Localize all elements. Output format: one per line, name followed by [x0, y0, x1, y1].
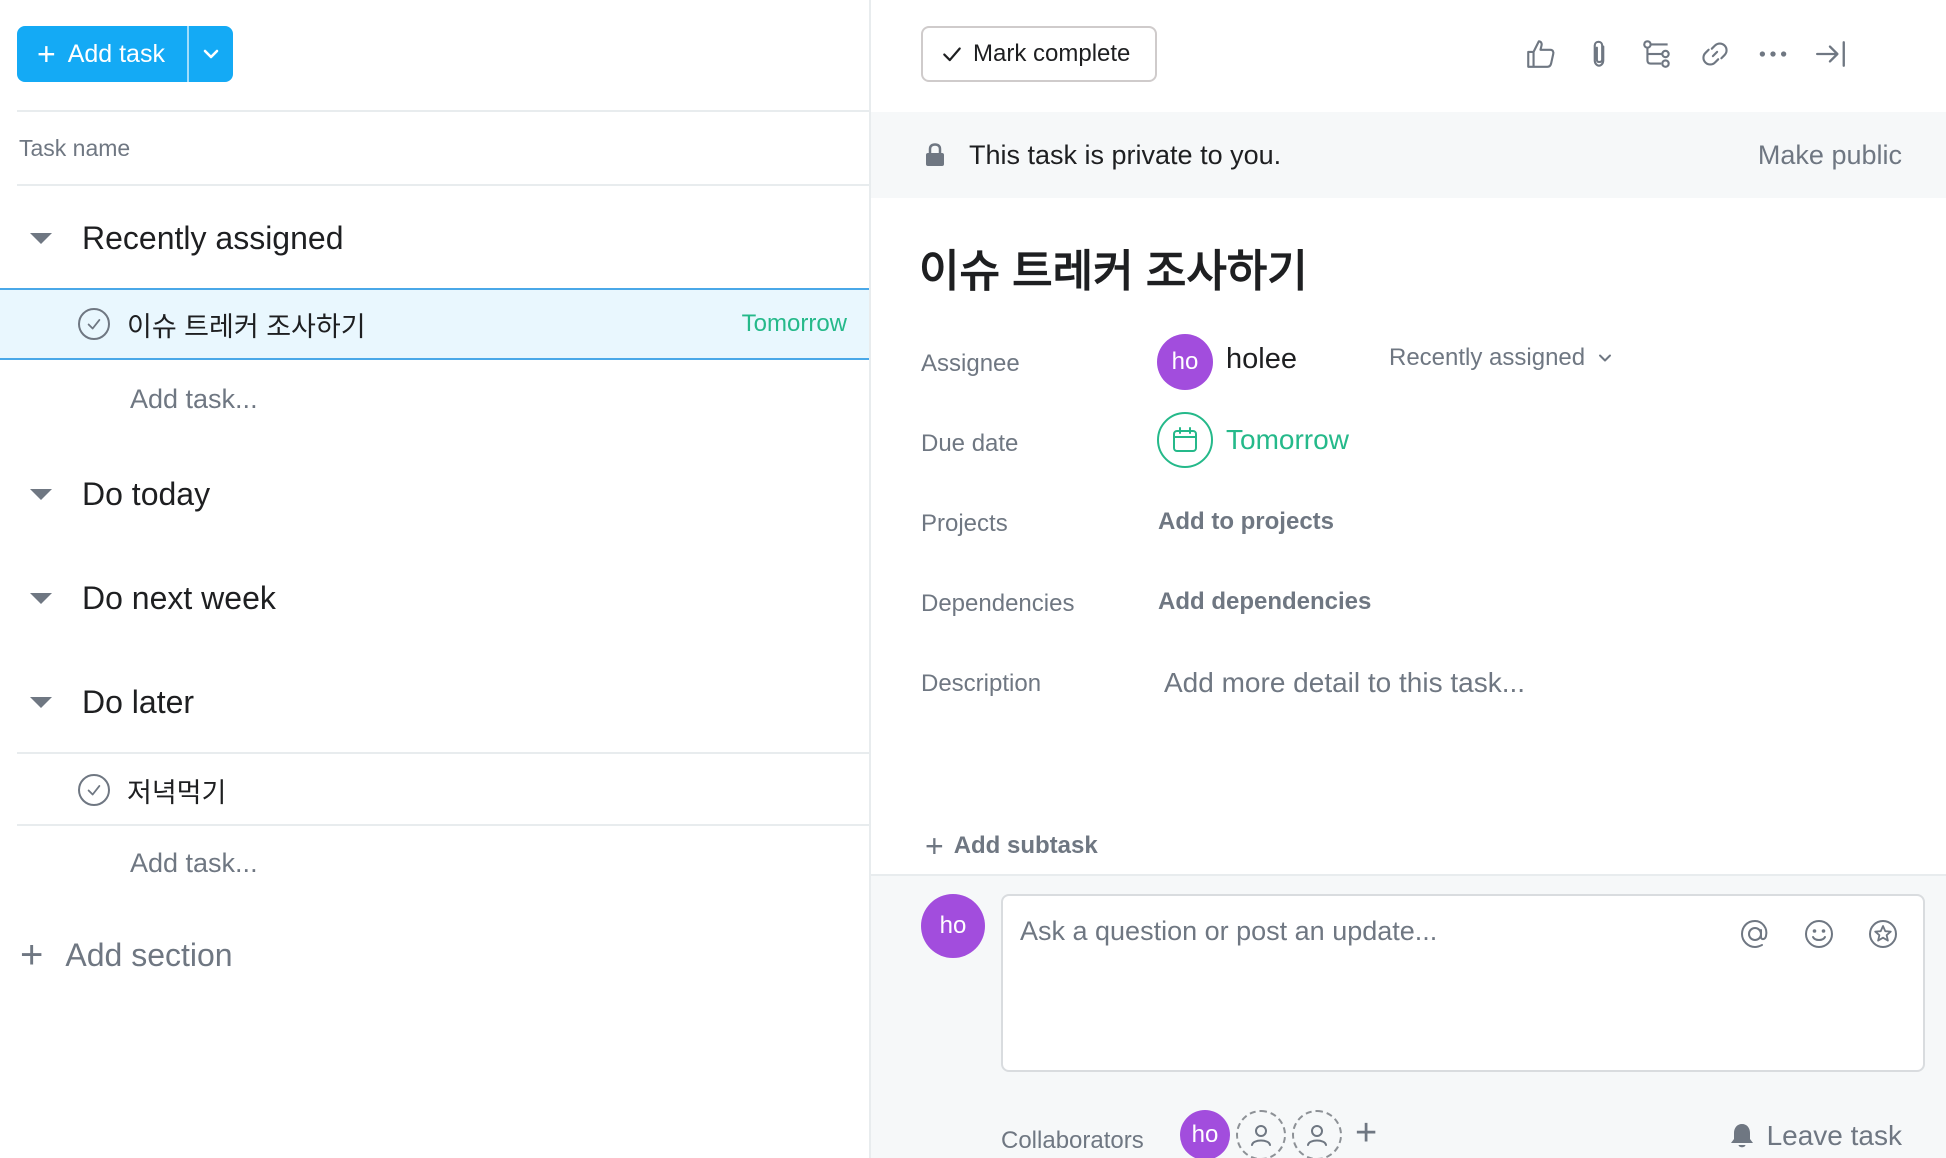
- lock-icon: [926, 143, 944, 166]
- appreciation-button[interactable]: [1865, 916, 1901, 952]
- plus-icon: +: [20, 933, 44, 977]
- close-pane-icon: [1816, 41, 1845, 67]
- checkmark-icon: [87, 785, 101, 796]
- column-header-task-name[interactable]: Task name: [19, 135, 130, 162]
- task-list-pane: + Add task Task name Recently assigned 이…: [0, 0, 869, 1158]
- avatar: ho: [921, 894, 985, 958]
- add-task-dropdown-button[interactable]: [189, 26, 233, 82]
- task-due-date[interactable]: Tomorrow: [742, 310, 847, 338]
- assignee-section-dropdown[interactable]: Recently assigned: [1389, 344, 1613, 372]
- add-task-inline[interactable]: Add task...: [130, 848, 258, 879]
- copy-link-button[interactable]: [1695, 34, 1735, 74]
- comment-input[interactable]: Ask a question or post an update...: [1001, 894, 1925, 1072]
- task-row[interactable]: 이슈 트레커 조사하기 Tomorrow: [0, 288, 869, 360]
- section-header-do-next-week[interactable]: Do next week: [30, 580, 276, 617]
- plus-icon: +: [925, 828, 944, 864]
- add-section-button[interactable]: + Add section: [20, 935, 233, 975]
- attachment-button[interactable]: [1579, 34, 1619, 74]
- privacy-banner: This task is private to you. Make public: [871, 112, 1946, 198]
- collapse-triangle-icon[interactable]: [30, 233, 52, 244]
- more-icon: [1759, 51, 1787, 57]
- task-name[interactable]: 저녁먹기: [127, 771, 226, 810]
- add-subtask-label: Add subtask: [953, 832, 1098, 859]
- add-collaborator-button[interactable]: +: [1355, 1112, 1377, 1155]
- description-input[interactable]: Add more detail to this task...: [1164, 667, 1525, 699]
- more-actions-button[interactable]: [1753, 34, 1793, 74]
- task-row[interactable]: 저녁먹기: [0, 754, 869, 826]
- comment-placeholder: Ask a question or post an update...: [1020, 916, 1438, 946]
- comment-area: ho Ask a question or post an update... C…: [871, 874, 1946, 1158]
- privacy-text: This task is private to you.: [969, 139, 1282, 170]
- divider: [17, 184, 869, 186]
- emoji-button[interactable]: [1801, 916, 1837, 952]
- mark-complete-label: Mark complete: [973, 40, 1131, 67]
- section-header-recently-assigned[interactable]: Recently assigned: [30, 220, 343, 257]
- section-title: Do today: [82, 476, 211, 512]
- mark-complete-button[interactable]: Mark complete: [921, 26, 1157, 82]
- divider: [17, 824, 869, 826]
- leave-task-button[interactable]: Leave task: [1727, 1120, 1902, 1152]
- section-title: Recently assigned: [82, 220, 344, 256]
- assignee-name[interactable]: holee: [1226, 343, 1297, 376]
- add-subtask-button[interactable]: + Add subtask: [925, 830, 1098, 862]
- section-title: Do later: [82, 684, 195, 720]
- divider: [17, 110, 869, 112]
- collapse-triangle-icon[interactable]: [30, 593, 52, 604]
- link-icon: [1702, 42, 1728, 66]
- dependencies-label: Dependencies: [921, 590, 1075, 617]
- add-task-split-button: + Add task: [17, 26, 233, 82]
- task-detail-pane: Mark complete This task is private to yo…: [869, 0, 1946, 1158]
- projects-label: Projects: [921, 510, 1008, 537]
- add-dependencies-button[interactable]: Add dependencies: [1158, 588, 1371, 616]
- due-date-button[interactable]: [1157, 412, 1213, 468]
- avatar[interactable]: ho: [1180, 1110, 1230, 1158]
- collapse-triangle-icon[interactable]: [30, 489, 52, 500]
- add-task-inline[interactable]: Add task...: [130, 384, 258, 415]
- section-title: Do next week: [82, 580, 276, 616]
- bell-icon: [1730, 1124, 1753, 1148]
- task-name[interactable]: 이슈 트레커 조사하기: [127, 305, 366, 344]
- add-task-label: Add task: [67, 39, 165, 68]
- star-icon: [1869, 920, 1897, 948]
- section-header-do-today[interactable]: Do today: [30, 476, 210, 513]
- avatar[interactable]: ho: [1157, 334, 1213, 390]
- close-details-button[interactable]: [1811, 34, 1851, 74]
- add-task-button[interactable]: + Add task: [17, 26, 187, 82]
- like-button[interactable]: [1521, 34, 1561, 74]
- collaborator-placeholder[interactable]: [1236, 1110, 1286, 1158]
- due-date-label: Due date: [921, 430, 1019, 457]
- collaborator-placeholder[interactable]: [1292, 1110, 1342, 1158]
- mention-icon: [1740, 919, 1768, 949]
- mention-button[interactable]: [1737, 916, 1773, 952]
- description-label: Description: [921, 670, 1042, 697]
- add-section-label: Add section: [65, 936, 233, 973]
- add-to-projects-button[interactable]: Add to projects: [1158, 508, 1334, 536]
- collapse-triangle-icon[interactable]: [30, 697, 52, 708]
- checkmark-icon: [87, 319, 101, 330]
- section-header-do-later[interactable]: Do later: [30, 684, 194, 721]
- like-icon: [1527, 40, 1555, 68]
- attachment-icon: [1593, 40, 1605, 67]
- chevron-down-icon: [203, 49, 219, 59]
- plus-icon: +: [37, 36, 56, 72]
- collaborators-label: Collaborators: [1001, 1127, 1144, 1154]
- assignee-label: Assignee: [921, 350, 1020, 377]
- complete-checkbox[interactable]: [78, 308, 110, 340]
- user-icon: [1251, 1125, 1271, 1146]
- calendar-icon: [1173, 427, 1197, 452]
- checkmark-icon: [943, 47, 961, 62]
- due-date-value[interactable]: Tomorrow: [1226, 424, 1349, 456]
- subtask-button[interactable]: [1637, 34, 1677, 74]
- assignee-section-value: Recently assigned: [1389, 344, 1586, 371]
- make-public-button[interactable]: Make public: [1758, 140, 1902, 171]
- subtask-icon: [1643, 40, 1670, 68]
- emoji-icon: [1805, 920, 1833, 948]
- chevron-down-icon: [1599, 354, 1612, 362]
- leave-task-label: Leave task: [1766, 1120, 1902, 1151]
- complete-checkbox[interactable]: [78, 774, 110, 806]
- detail-toolbar: Mark complete: [871, 0, 1946, 110]
- user-icon: [1307, 1125, 1327, 1146]
- task-title[interactable]: 이슈 트레커 조사하기: [919, 235, 1308, 299]
